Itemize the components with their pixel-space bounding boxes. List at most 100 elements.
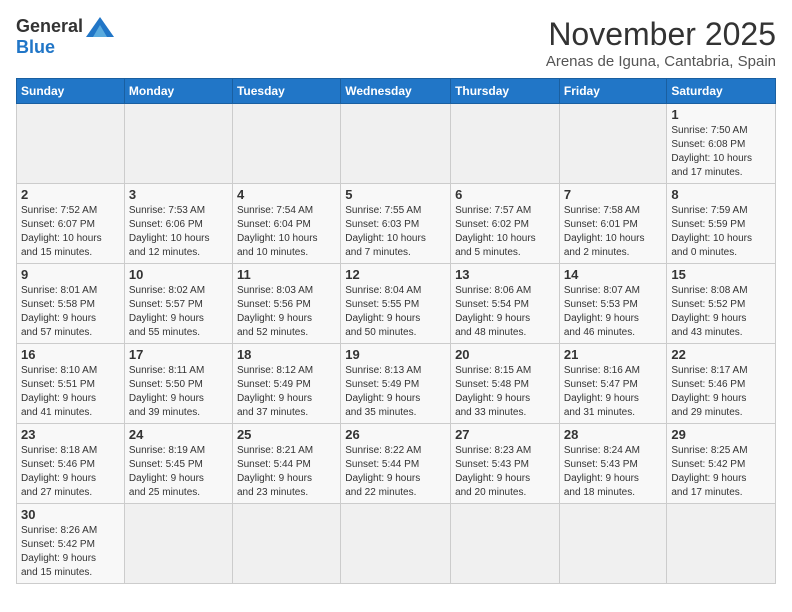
calendar-cell: 8 Sunrise: 7:59 AM Sunset: 5:59 PM Daylig… [667, 184, 776, 264]
day-info: Sunrise: 8:08 AM Sunset: 5:52 PM Dayligh… [671, 284, 771, 340]
day-info: Sunrise: 8:04 AM Sunset: 5:55 PM Dayligh… [345, 284, 446, 340]
calendar-cell: 1 Sunrise: 7:50 AM Sunset: 6:08 PM Daylig… [667, 104, 776, 184]
day-number: 14 [564, 267, 663, 282]
day-number: 2 [21, 187, 120, 202]
day-info: Sunrise: 7:54 AM Sunset: 6:04 PM Dayligh… [237, 204, 336, 260]
calendar-week-6: 30 Sunrise: 8:26 AM Sunset: 5:42 PM Dayli… [17, 504, 776, 584]
day-info: Sunrise: 8:06 AM Sunset: 5:54 PM Dayligh… [455, 284, 555, 340]
day-number: 12 [345, 267, 446, 282]
day-info: Sunrise: 7:59 AM Sunset: 5:59 PM Dayligh… [671, 204, 771, 260]
location-text: Arenas de Iguna, Cantabria, Spain [546, 53, 776, 70]
calendar-cell [232, 104, 340, 184]
day-number: 6 [455, 187, 555, 202]
logo-blue-text: Blue [16, 37, 55, 58]
day-info: Sunrise: 7:53 AM Sunset: 6:06 PM Dayligh… [129, 204, 228, 260]
day-info: Sunrise: 8:21 AM Sunset: 5:44 PM Dayligh… [237, 444, 336, 500]
weekday-header-row: SundayMondayTuesdayWednesdayThursdayFrid… [17, 79, 776, 104]
day-number: 1 [671, 107, 771, 122]
page-header: General Blue November 2025 Arenas de Igu… [16, 16, 776, 70]
day-info: Sunrise: 8:25 AM Sunset: 5:42 PM Dayligh… [671, 444, 771, 500]
day-number: 3 [129, 187, 228, 202]
day-info: Sunrise: 8:24 AM Sunset: 5:43 PM Dayligh… [564, 444, 663, 500]
day-info: Sunrise: 8:15 AM Sunset: 5:48 PM Dayligh… [455, 364, 555, 420]
day-number: 18 [237, 347, 336, 362]
weekday-header-thursday: Thursday [451, 79, 560, 104]
calendar-cell: 6 Sunrise: 7:57 AM Sunset: 6:02 PM Daylig… [451, 184, 560, 264]
calendar-week-3: 9 Sunrise: 8:01 AM Sunset: 5:58 PM Daylig… [17, 264, 776, 344]
calendar-cell [667, 504, 776, 584]
day-number: 19 [345, 347, 446, 362]
day-number: 20 [455, 347, 555, 362]
calendar-cell [451, 104, 560, 184]
calendar-cell: 30 Sunrise: 8:26 AM Sunset: 5:42 PM Dayli… [17, 504, 125, 584]
day-number: 13 [455, 267, 555, 282]
calendar-table: SundayMondayTuesdayWednesdayThursdayFrid… [16, 78, 776, 584]
month-title: November 2025 [546, 16, 776, 53]
day-info: Sunrise: 7:57 AM Sunset: 6:02 PM Dayligh… [455, 204, 555, 260]
weekday-header-wednesday: Wednesday [341, 79, 451, 104]
day-number: 30 [21, 507, 120, 522]
day-info: Sunrise: 8:17 AM Sunset: 5:46 PM Dayligh… [671, 364, 771, 420]
calendar-cell [124, 104, 232, 184]
calendar-cell: 23Sunrise: 8:18 AM Sunset: 5:46 PM Dayli… [17, 424, 125, 504]
calendar-cell: 19Sunrise: 8:13 AM Sunset: 5:49 PM Dayli… [341, 344, 451, 424]
calendar-cell: 20 Sunrise: 8:15 AM Sunset: 5:48 PM Dayli… [451, 344, 560, 424]
calendar-cell: 4Sunrise: 7:54 AM Sunset: 6:04 PM Daylig… [232, 184, 340, 264]
calendar-cell: 21 Sunrise: 8:16 AM Sunset: 5:47 PM Dayli… [559, 344, 667, 424]
day-info: Sunrise: 7:58 AM Sunset: 6:01 PM Dayligh… [564, 204, 663, 260]
calendar-cell: 25 Sunrise: 8:21 AM Sunset: 5:44 PM Dayli… [232, 424, 340, 504]
title-block: November 2025 Arenas de Iguna, Cantabria… [546, 16, 776, 70]
logo: General Blue [16, 16, 114, 58]
calendar-week-2: 2Sunrise: 7:52 AM Sunset: 6:07 PM Daylig… [17, 184, 776, 264]
calendar-cell: 22 Sunrise: 8:17 AM Sunset: 5:46 PM Dayli… [667, 344, 776, 424]
day-number: 24 [129, 427, 228, 442]
day-number: 5 [345, 187, 446, 202]
weekday-header-tuesday: Tuesday [232, 79, 340, 104]
day-number: 29 [671, 427, 771, 442]
weekday-header-friday: Friday [559, 79, 667, 104]
calendar-cell: 13 Sunrise: 8:06 AM Sunset: 5:54 PM Dayli… [451, 264, 560, 344]
calendar-cell: 10Sunrise: 8:02 AM Sunset: 5:57 PM Dayli… [124, 264, 232, 344]
day-info: Sunrise: 8:01 AM Sunset: 5:58 PM Dayligh… [21, 284, 120, 340]
calendar-cell: 3 Sunrise: 7:53 AM Sunset: 6:06 PM Daylig… [124, 184, 232, 264]
weekday-header-saturday: Saturday [667, 79, 776, 104]
day-number: 25 [237, 427, 336, 442]
day-number: 10 [129, 267, 228, 282]
day-info: Sunrise: 8:16 AM Sunset: 5:47 PM Dayligh… [564, 364, 663, 420]
day-number: 22 [671, 347, 771, 362]
calendar-cell: 29 Sunrise: 8:25 AM Sunset: 5:42 PM Dayli… [667, 424, 776, 504]
day-number: 9 [21, 267, 120, 282]
day-info: Sunrise: 7:55 AM Sunset: 6:03 PM Dayligh… [345, 204, 446, 260]
day-info: Sunrise: 8:03 AM Sunset: 5:56 PM Dayligh… [237, 284, 336, 340]
calendar-cell: 26 Sunrise: 8:22 AM Sunset: 5:44 PM Dayli… [341, 424, 451, 504]
day-info: Sunrise: 7:50 AM Sunset: 6:08 PM Dayligh… [671, 124, 771, 180]
calendar-cell [559, 504, 667, 584]
day-number: 11 [237, 267, 336, 282]
calendar-cell: 11 Sunrise: 8:03 AM Sunset: 5:56 PM Dayli… [232, 264, 340, 344]
day-info: Sunrise: 8:22 AM Sunset: 5:44 PM Dayligh… [345, 444, 446, 500]
calendar-cell: 18 Sunrise: 8:12 AM Sunset: 5:49 PM Dayli… [232, 344, 340, 424]
calendar-cell: 28 Sunrise: 8:24 AM Sunset: 5:43 PM Dayli… [559, 424, 667, 504]
day-info: Sunrise: 8:07 AM Sunset: 5:53 PM Dayligh… [564, 284, 663, 340]
calendar-week-5: 23Sunrise: 8:18 AM Sunset: 5:46 PM Dayli… [17, 424, 776, 504]
day-number: 8 [671, 187, 771, 202]
day-number: 27 [455, 427, 555, 442]
calendar-cell [124, 504, 232, 584]
calendar-cell [559, 104, 667, 184]
calendar-cell: 2Sunrise: 7:52 AM Sunset: 6:07 PM Daylig… [17, 184, 125, 264]
logo-general-text: General [16, 16, 83, 37]
calendar-cell [341, 504, 451, 584]
day-number: 28 [564, 427, 663, 442]
day-info: Sunrise: 8:26 AM Sunset: 5:42 PM Dayligh… [21, 524, 120, 580]
calendar-week-4: 16Sunrise: 8:10 AM Sunset: 5:51 PM Dayli… [17, 344, 776, 424]
calendar-cell: 15Sunrise: 8:08 AM Sunset: 5:52 PM Dayli… [667, 264, 776, 344]
weekday-header-monday: Monday [124, 79, 232, 104]
day-number: 23 [21, 427, 120, 442]
day-number: 26 [345, 427, 446, 442]
calendar-cell [232, 504, 340, 584]
day-info: Sunrise: 8:12 AM Sunset: 5:49 PM Dayligh… [237, 364, 336, 420]
day-number: 16 [21, 347, 120, 362]
calendar-cell: 7Sunrise: 7:58 AM Sunset: 6:01 PM Daylig… [559, 184, 667, 264]
logo-icon [86, 17, 114, 37]
day-number: 21 [564, 347, 663, 362]
